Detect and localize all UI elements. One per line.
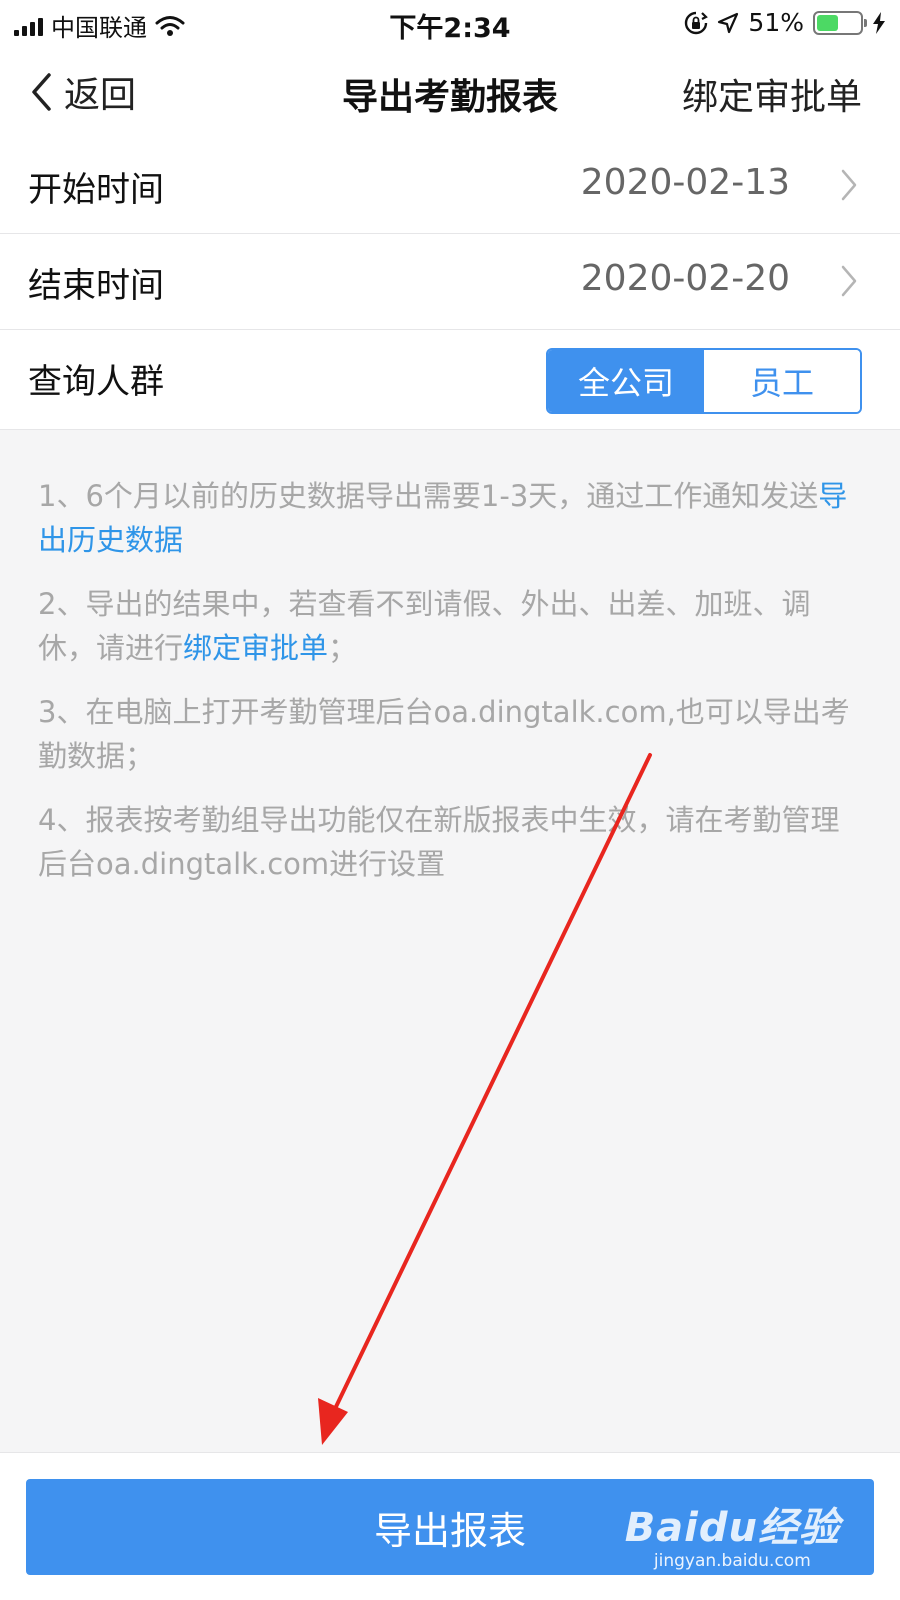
start-date-row[interactable]: 开始时间 2020-02-13	[0, 138, 900, 234]
scope-segmented-control: 全公司 员工	[546, 348, 862, 414]
battery-fill	[817, 14, 838, 31]
export-form: 开始时间 2020-02-13 结束时间 2020-02-20 查询人群 全公司…	[0, 138, 900, 430]
chevron-right-icon	[841, 265, 857, 297]
status-right: 51%	[684, 8, 886, 37]
start-date-value: 2020-02-13	[580, 162, 790, 203]
status-bar: 中国联通 下午2:34 51%	[0, 0, 900, 46]
bind-approval-button[interactable]: 绑定审批单	[682, 68, 862, 120]
scope-option-employee[interactable]: 员工	[704, 350, 860, 412]
location-arrow-icon	[718, 12, 739, 33]
note-item: 3、在电脑上打开考勤管理后台oa.dingtalk.com,也可以导出考勤数据；	[38, 695, 850, 773]
end-date-value: 2020-02-20	[580, 258, 790, 299]
query-scope-row: 查询人群 全公司 员工	[0, 330, 900, 430]
baidu-watermark: Baidu经验 jingyan.baidu.com	[625, 1495, 840, 1571]
watermark-sub: jingyan.baidu.com	[653, 1551, 811, 1571]
query-scope-label: 查询人群	[28, 362, 164, 402]
export-notes: 1、6个月以前的历史数据导出需要1-3天，通过工作通知发送导出历史数据 2、导出…	[38, 474, 858, 906]
orientation-lock-icon	[685, 11, 709, 34]
note-item: 4、报表按考勤组导出功能仅在新版报表中生效，请在考勤管理后台oa.dingtal…	[38, 803, 840, 881]
nav-bar: 返回 导出考勤报表 绑定审批单	[0, 46, 900, 138]
bind-approval-link[interactable]: 绑定审批单	[183, 631, 328, 665]
end-date-row[interactable]: 结束时间 2020-02-20	[0, 234, 900, 330]
charging-bolt-icon	[873, 11, 885, 34]
battery-percent: 51%	[748, 8, 804, 37]
note-item: 2、导出的结果中，若查看不到请假、外出、出差、加班、调休，请进行绑定审批单；	[38, 587, 811, 665]
chevron-right-icon	[841, 169, 857, 201]
watermark-main: Baidu经验	[624, 1505, 840, 1551]
start-date-label: 开始时间	[28, 170, 164, 210]
note-item: 1、6个月以前的历史数据导出需要1-3天，通过工作通知发送导出历史数据	[38, 479, 848, 557]
scope-option-company[interactable]: 全公司	[548, 350, 704, 412]
end-date-label: 结束时间	[28, 266, 164, 306]
battery-icon	[813, 10, 867, 35]
